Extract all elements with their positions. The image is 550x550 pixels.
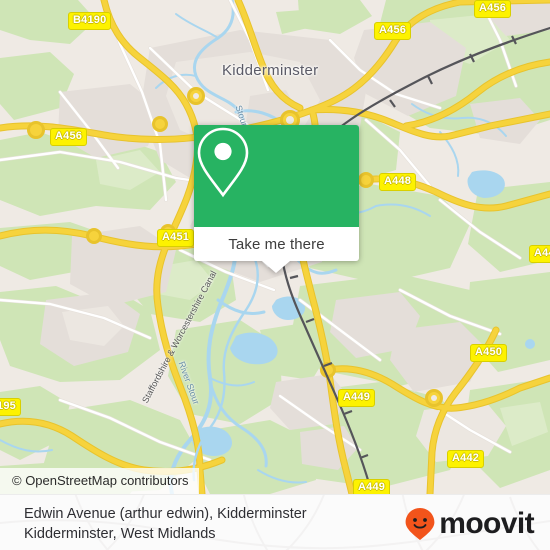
footer-bar: Edwin Avenue (arthur edwin), Kidderminst… xyxy=(0,494,550,550)
road-shield: A449 xyxy=(353,479,391,494)
place-label-kidderminster: Kidderminster xyxy=(222,62,319,79)
map-canvas[interactable]: .g{fill:#cfe5b6} .g2{fill:#dcebc8} .bld{… xyxy=(0,0,550,494)
road-shield: A44 xyxy=(529,245,550,263)
footer-title-line-2: Kidderminster, West Midlands xyxy=(24,526,216,542)
road-shield: A456 xyxy=(474,0,512,18)
road-shield: A448 xyxy=(379,173,417,191)
moovit-wordmark: moovit xyxy=(439,507,534,540)
footer-location-title: Edwin Avenue (arthur edwin), Kidderminst… xyxy=(24,504,307,544)
moovit-logo[interactable]: moovit xyxy=(404,507,535,541)
road-shield: A451 xyxy=(157,229,195,247)
road-shield: A456 xyxy=(374,22,412,40)
moovit-map-share-card: .g{fill:#cfe5b6} .g2{fill:#dcebc8} .bld{… xyxy=(0,0,550,550)
road-shield: B4190 xyxy=(68,12,112,30)
footer-title-line-1: Edwin Avenue (arthur edwin), Kidderminst… xyxy=(24,506,307,522)
road-shield: A442 xyxy=(447,450,485,468)
moovit-smiley-pin-icon xyxy=(405,508,435,540)
road-shield: A456 xyxy=(50,128,88,146)
road-shield: A449 xyxy=(338,389,376,407)
map-attribution[interactable]: © OpenStreetMap contributors xyxy=(0,468,199,494)
road-shield: 195 xyxy=(0,398,21,416)
callout-pin-panel xyxy=(194,125,359,227)
map-pin-icon xyxy=(197,127,249,198)
road-shield: A450 xyxy=(470,344,508,362)
callout-tail xyxy=(262,261,290,273)
location-callout-card[interactable]: Take me there xyxy=(194,125,359,273)
take-me-there-button[interactable]: Take me there xyxy=(194,227,359,261)
